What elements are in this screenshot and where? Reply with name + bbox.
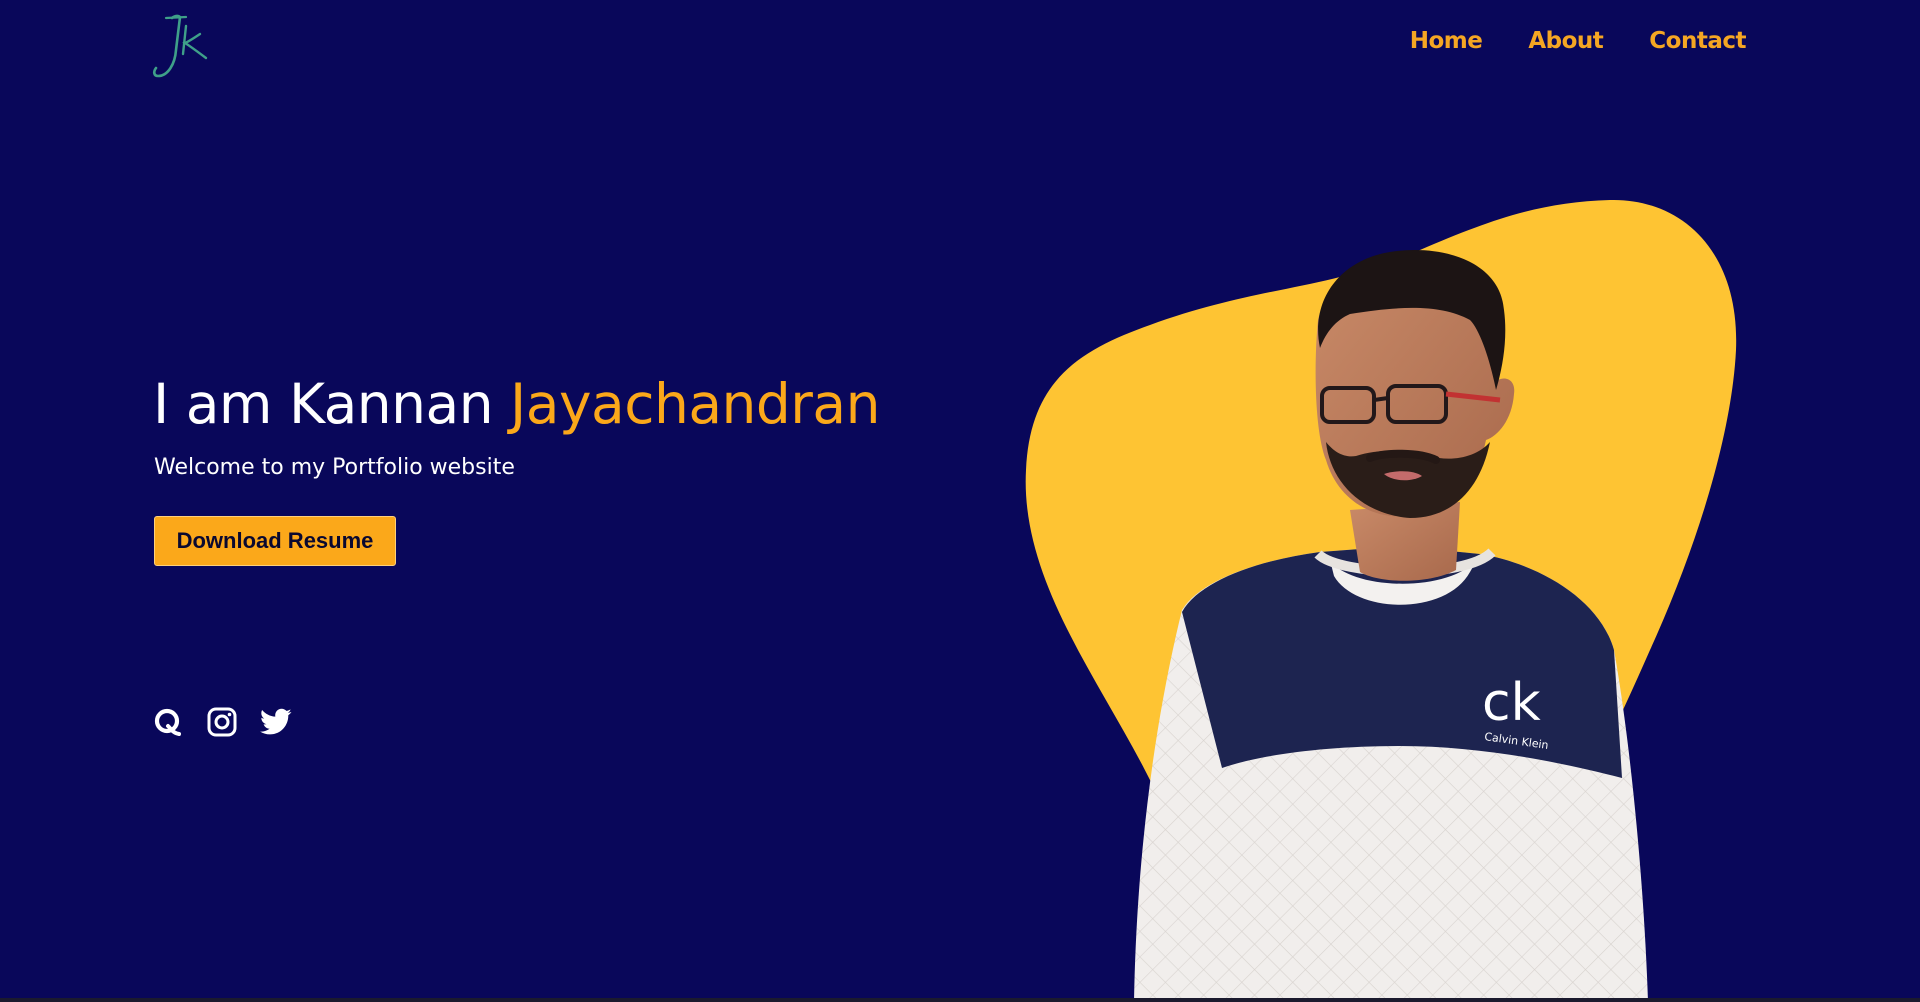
quora-link[interactable] bbox=[152, 706, 184, 738]
social-links bbox=[152, 706, 292, 738]
instagram-icon bbox=[207, 707, 237, 737]
signature-logo-icon bbox=[152, 14, 208, 78]
portfolio-page: Home About Contact I am Kannan Jayachand… bbox=[0, 0, 1920, 1002]
nav-contact[interactable]: Contact bbox=[1649, 28, 1746, 54]
twitter-link[interactable] bbox=[260, 706, 292, 738]
portrait-illustration: ck Calvin Klein bbox=[1025, 199, 1737, 1002]
hero-subtitle: Welcome to my Portfolio website bbox=[154, 455, 515, 480]
nav-home[interactable]: Home bbox=[1410, 28, 1483, 54]
ck-logo: ck bbox=[1482, 673, 1541, 733]
hero-title-highlight: Jayachandran bbox=[510, 372, 880, 436]
twitter-icon bbox=[260, 708, 292, 735]
main-nav: Home About Contact bbox=[1410, 28, 1747, 54]
hero-title-prefix: I am Kannan bbox=[153, 372, 511, 436]
hero-illustration: ck Calvin Klein bbox=[1000, 180, 1760, 1002]
download-resume-button[interactable]: Download Resume bbox=[154, 516, 396, 566]
quora-icon bbox=[154, 708, 181, 736]
instagram-link[interactable] bbox=[206, 706, 238, 738]
hero-title: I am Kannan Jayachandran bbox=[153, 372, 880, 436]
nav-about[interactable]: About bbox=[1528, 28, 1603, 54]
site-logo[interactable] bbox=[150, 12, 210, 80]
page-bottom-border bbox=[0, 998, 1920, 1002]
